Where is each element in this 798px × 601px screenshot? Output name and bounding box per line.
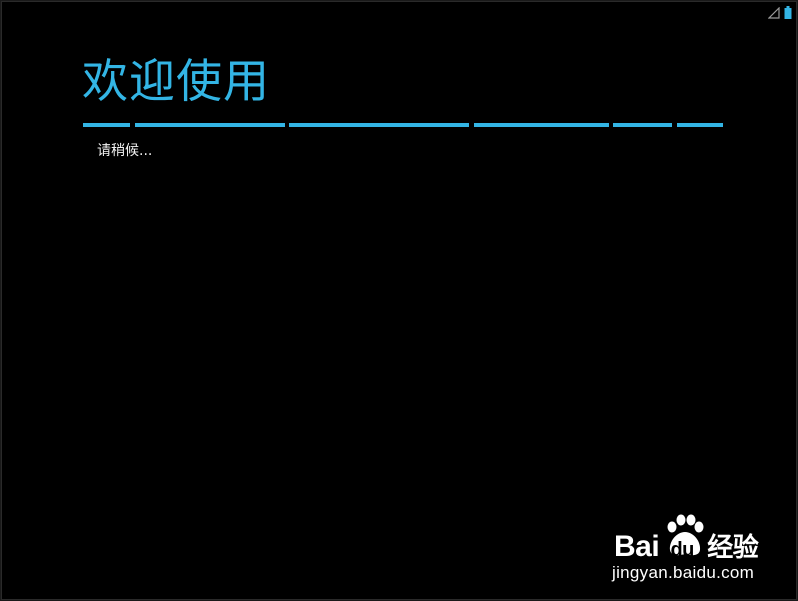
page-title: 欢迎使用 bbox=[82, 54, 270, 108]
battery-icon bbox=[784, 6, 792, 19]
device-screen: 欢迎使用 请稍候... Bai du 经验 jingyan.baidu.com bbox=[1, 1, 797, 600]
progress-segment bbox=[613, 123, 672, 127]
progress-segment bbox=[677, 123, 723, 127]
loading-status-text: 请稍候... bbox=[97, 143, 153, 159]
watermark-brand-cn: 经验 bbox=[707, 533, 759, 563]
watermark-brand-left: Bai bbox=[614, 530, 660, 563]
progress-segment bbox=[135, 123, 285, 127]
progress-segment bbox=[474, 123, 609, 127]
status-bar bbox=[768, 5, 792, 19]
progress-segment bbox=[83, 123, 130, 127]
progress-segment bbox=[289, 123, 469, 127]
watermark-url: jingyan.baidu.com bbox=[612, 563, 755, 582]
baidu-jingyan-watermark: Bai du 经验 jingyan.baidu.com bbox=[610, 512, 760, 587]
progress-bar bbox=[83, 123, 723, 127]
signal-icon bbox=[768, 7, 780, 19]
